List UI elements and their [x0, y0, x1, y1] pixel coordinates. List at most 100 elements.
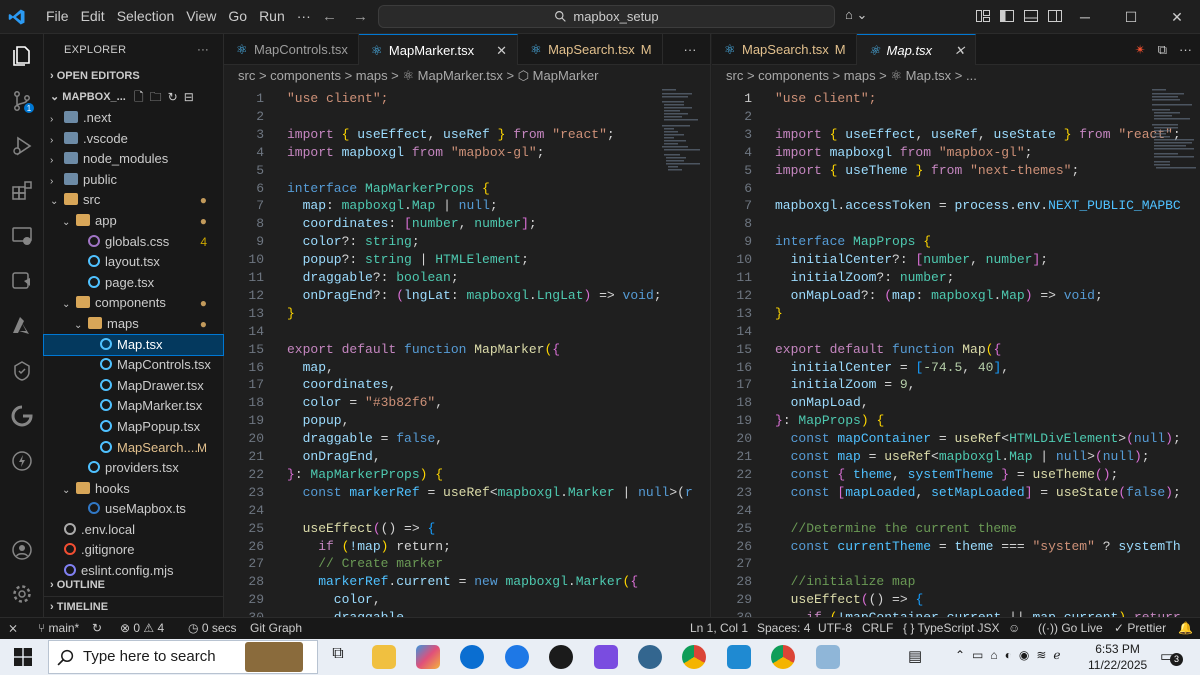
file-item[interactable]: .gitignore — [44, 540, 223, 561]
vscode-taskbar-icon[interactable] — [727, 645, 751, 669]
code-line[interactable]: }: MapMarkerProps) { — [287, 467, 443, 482]
forward-arrow-icon[interactable]: → — [353, 8, 368, 25]
branch-indicator[interactable]: ⑂ main* — [38, 621, 79, 635]
end-of-line[interactable]: CRLF — [862, 621, 893, 635]
encoding[interactable]: UTF-8 — [818, 621, 852, 635]
file-item[interactable]: MapDrawer.tsx — [44, 376, 223, 397]
cursor-position[interactable]: Ln 1, Col 1 — [690, 621, 748, 635]
copilot-icon[interactable]: ⌂ ⌄ — [845, 7, 867, 23]
menu-edit[interactable]: Edit — [75, 8, 111, 24]
code-line[interactable]: const [mapLoaded, setMapLoaded] = useSta… — [775, 485, 1181, 500]
code-line[interactable]: initialCenter?: [number, number]; — [775, 252, 1049, 267]
code-line[interactable]: }: MapProps) { — [775, 413, 884, 428]
code-line[interactable]: onDragEnd, — [287, 449, 381, 464]
file-item[interactable]: providers.tsx — [44, 458, 223, 479]
code-line[interactable]: const markerRef = useRef<mapboxgl.Marker… — [287, 485, 693, 500]
close-tab-icon[interactable]: ✕ — [954, 43, 965, 58]
more-actions-icon[interactable]: ··· — [1179, 34, 1192, 65]
breadcrumb[interactable]: src > components > maps > ⚛ Map.tsx > ..… — [712, 65, 1200, 87]
toggle-sidebar-icon[interactable] — [999, 8, 1015, 24]
code-line[interactable]: initialZoom?: number; — [775, 270, 955, 285]
extensions-icon[interactable] — [10, 179, 34, 203]
folder-item[interactable]: › .next — [44, 108, 223, 129]
code-line[interactable]: initialZoom = 9, — [775, 377, 916, 392]
editor-tab[interactable]: ⚛ MapSearch.tsx M — [712, 34, 857, 65]
back-arrow-icon[interactable]: ← — [322, 8, 337, 25]
menu-selection[interactable]: Selection — [111, 8, 181, 24]
source-control-icon[interactable]: 1 — [10, 89, 34, 113]
minimap-left[interactable] — [660, 87, 706, 177]
notes-icon[interactable] — [816, 645, 840, 669]
code-line[interactable]: import { useEffect, useRef } from "react… — [287, 127, 615, 142]
code-line[interactable]: markerRef.current = new mapboxgl.Marker(… — [287, 574, 638, 589]
file-item[interactable]: MapMarker.tsx — [44, 396, 223, 417]
code-line[interactable]: mapboxgl.accessToken = process.env.NEXT_… — [775, 198, 1181, 213]
go-live-button[interactable]: ((·)) Go Live — [1038, 621, 1103, 635]
vscode-logo-icon[interactable] — [8, 8, 26, 29]
new-file-icon[interactable]: 🗋 — [134, 90, 150, 104]
remote-indicator-icon[interactable]: ⨯ — [8, 621, 18, 635]
code-line[interactable]: //Determine the current theme — [775, 521, 1017, 536]
indentation[interactable]: Spaces: 4 — [757, 621, 810, 635]
obsidian-icon[interactable] — [594, 645, 618, 669]
gitlens-icon[interactable] — [10, 404, 34, 428]
more-actions-icon[interactable]: ··· — [197, 34, 209, 66]
translator-icon[interactable] — [460, 645, 484, 669]
folder-item[interactable]: ⌄ hooks — [44, 479, 223, 500]
system-tray[interactable]: ⌃▭⌂◐◉≋ℯ — [955, 648, 1068, 662]
folder-item[interactable]: ⌄ components ● — [44, 293, 223, 314]
code-line[interactable]: draggable?: boolean; — [287, 270, 459, 285]
minimap-right[interactable] — [1150, 87, 1196, 177]
code-line[interactable]: coordinates, — [287, 377, 397, 392]
code-line[interactable]: map, — [287, 360, 334, 375]
sync-icon[interactable]: ↻ — [92, 621, 102, 635]
file-explorer-icon[interactable] — [372, 645, 396, 669]
menu-more[interactable]: ··· — [291, 8, 317, 24]
taskbar-search-box[interactable]: Type here to search — [48, 640, 318, 674]
folder-item[interactable]: ⌄ src ● — [44, 190, 223, 211]
code-line[interactable]: interface MapProps { — [775, 234, 931, 249]
menu-run[interactable]: Run — [253, 8, 291, 24]
code-line[interactable]: popup, — [287, 413, 350, 428]
folder-item[interactable]: ⌄ app ● — [44, 211, 223, 232]
editor-tab[interactable]: ⚛ MapSearch.tsx M — [518, 34, 663, 65]
file-item[interactable]: MapControls.tsx — [44, 355, 223, 376]
close-icon[interactable]: ✕ — [1154, 0, 1200, 34]
taskbar-clock[interactable]: 6:53 PM 11/22/2025 — [1088, 641, 1147, 673]
code-line[interactable]: // Create marker — [287, 556, 443, 571]
testing-icon[interactable] — [10, 269, 34, 293]
run-debug-icon[interactable] — [10, 134, 34, 158]
account-icon[interactable] — [10, 538, 34, 562]
folder-item[interactable]: › .vscode — [44, 129, 223, 150]
media-player-icon[interactable] — [549, 645, 573, 669]
close-tab-icon[interactable]: ✕ — [496, 43, 507, 58]
code-line[interactable]: coordinates: [number, number]; — [287, 216, 537, 231]
code-line[interactable]: initialCenter = [-74.5, 40], — [775, 360, 1010, 375]
folder-item[interactable]: › public — [44, 170, 223, 191]
code-line[interactable]: const { theme, systemTheme } = useTheme(… — [775, 467, 1119, 482]
code-line[interactable]: if (!map) return; — [287, 539, 451, 554]
code-line[interactable]: import mapboxgl from "mapbox-gl"; — [775, 145, 1032, 160]
menu-view[interactable]: View — [180, 8, 222, 24]
code-line[interactable]: export default function MapMarker({ — [287, 342, 560, 357]
code-line[interactable]: const currentTheme = theme === "system" … — [775, 539, 1181, 554]
timeline-section[interactable]: › TIMELINE — [44, 596, 223, 617]
collapse-all-icon[interactable]: ⊟ — [184, 90, 200, 104]
git-graph-button[interactable]: Git Graph — [250, 621, 302, 635]
file-item[interactable]: MapPopup.tsx — [44, 417, 223, 438]
code-line[interactable]: //initialize map — [775, 574, 916, 589]
code-line[interactable]: export default function Map({ — [775, 342, 1001, 357]
azure-icon[interactable] — [10, 314, 34, 338]
refresh-icon[interactable]: ↻ — [168, 90, 184, 104]
code-line[interactable]: color = "#3b82f6", — [287, 395, 443, 410]
code-editor-left[interactable]: 1 "use client"; 2 3 import { useEffect, useR… — [224, 87, 710, 617]
code-line[interactable]: } — [775, 306, 783, 321]
menu-file[interactable]: File — [40, 8, 75, 24]
command-center-search[interactable]: mapbox_setup — [378, 5, 835, 28]
toggle-panel-icon[interactable] — [1023, 8, 1039, 24]
chrome-icon[interactable] — [682, 645, 706, 669]
postgres-icon[interactable] — [638, 645, 662, 669]
language-mode[interactable]: { } TypeScript JSX — [903, 621, 1000, 635]
file-item[interactable]: page.tsx — [44, 273, 223, 294]
notification-center-icon[interactable]: ▭ 3 — [1160, 647, 1183, 666]
